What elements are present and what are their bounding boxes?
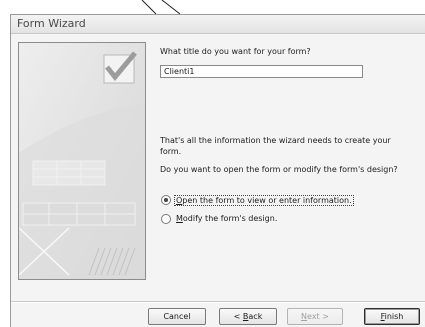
button-separator xyxy=(11,301,425,303)
finish-button[interactable]: Finish xyxy=(364,308,420,325)
title-bar[interactable]: Form Wizard xyxy=(11,15,425,34)
open-form-radio[interactable] xyxy=(161,195,171,205)
modify-design-mnemonic: M xyxy=(176,214,183,223)
next-button[interactable]: Next > xyxy=(287,308,343,325)
modify-design-radio[interactable] xyxy=(161,214,171,224)
form-illustration-icon xyxy=(19,43,145,279)
back-prefix: < xyxy=(233,312,243,321)
cancel-button[interactable]: Cancel xyxy=(148,308,206,325)
info-line-2: form. xyxy=(160,147,182,156)
form-wizard-dialog: Form Wizard What title do you want for y… xyxy=(10,14,425,327)
next-text: ext > xyxy=(307,312,329,321)
back-text: ack xyxy=(248,312,263,321)
modify-design-label[interactable]: Modify the form's design. xyxy=(176,214,277,223)
open-or-modify-question: Do you want to open the form or modify t… xyxy=(160,165,398,174)
back-button[interactable]: < Back xyxy=(219,308,277,325)
callout-lines xyxy=(141,0,181,14)
finish-text: inish xyxy=(384,312,404,321)
radio-selected-dot xyxy=(164,198,168,202)
open-form-text: pen the form to view or enter informatio… xyxy=(182,196,352,205)
modify-design-text: odify the form's design. xyxy=(182,214,278,223)
wizard-illustration xyxy=(18,42,146,280)
open-form-label[interactable]: Open the form to view or enter informati… xyxy=(174,195,354,206)
form-title-input[interactable] xyxy=(160,65,363,78)
window-title: Form Wizard xyxy=(17,17,86,30)
title-prompt: What title do you want for your form? xyxy=(160,47,311,56)
info-line-1: That's all the information the wizard ne… xyxy=(160,136,391,145)
